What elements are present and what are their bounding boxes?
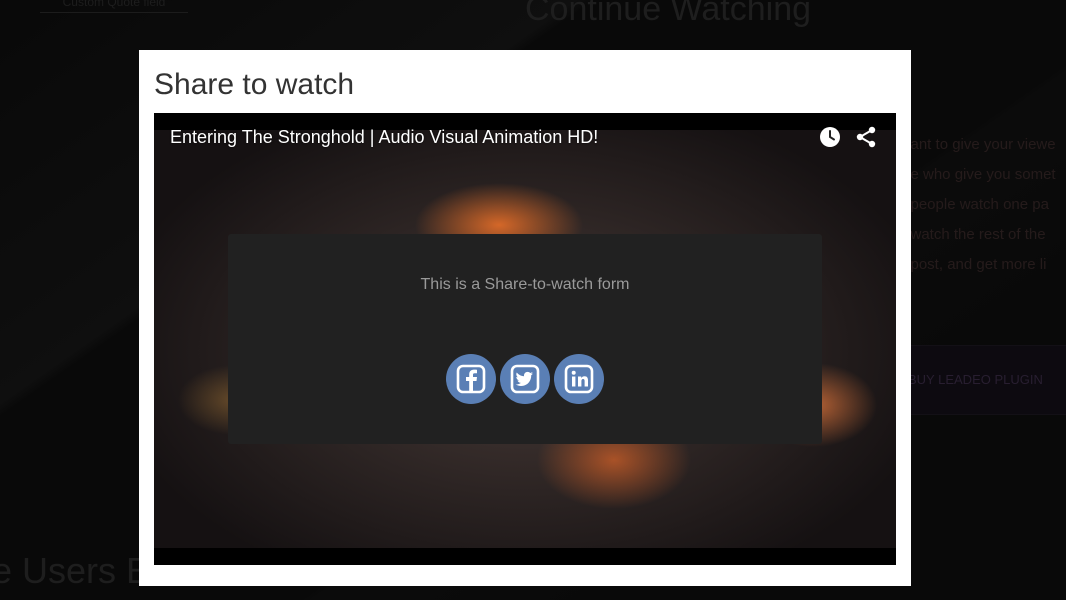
share-icon[interactable] [854,125,878,149]
twitter-icon [510,364,540,394]
video-player[interactable]: Entering The Stronghold | Audio Visual A… [154,113,896,565]
clock-icon[interactable] [818,125,842,149]
video-title[interactable]: Entering The Stronghold | Audio Visual A… [170,127,598,148]
share-to-watch-form: This is a Share-to-watch form [228,234,822,444]
facebook-share-button[interactable] [446,354,496,404]
facebook-icon [456,364,486,394]
form-message: This is a Share-to-watch form [420,276,630,293]
modal-title: Share to watch [154,68,355,101]
linkedin-share-button[interactable] [554,354,604,404]
linkedin-icon [564,364,594,394]
twitter-share-button[interactable] [500,354,550,404]
share-to-watch-modal: Share to watch Entering The Stronghold |… [139,50,911,586]
